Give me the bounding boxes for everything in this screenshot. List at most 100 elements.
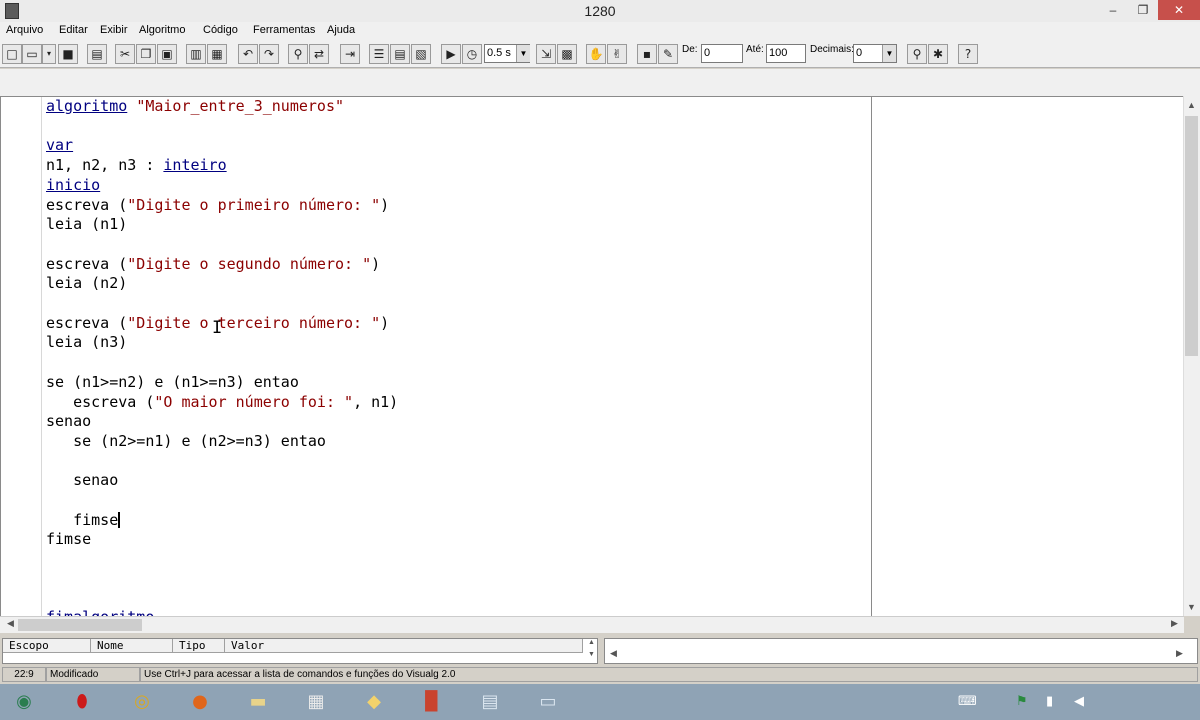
paste-all-icon[interactable]: ▦ [207,44,227,64]
code-line[interactable]: n1, n2, n3 : inteiro [46,156,227,175]
firefox-icon[interactable]: ● [180,688,220,718]
clear-breakpoints-icon[interactable]: ✌ [607,44,627,64]
random-values-icon[interactable]: ✎ [658,44,678,64]
ate-input[interactable]: 100 [766,44,806,63]
code-line[interactable]: leia (n3) [46,333,127,352]
indent-icon[interactable]: ⇥ [340,44,360,64]
close-button[interactable]: ✕ [1158,0,1200,20]
code-line[interactable]: senao [46,471,118,490]
column-nome[interactable]: Nome [91,639,173,653]
timer-icon[interactable]: ◷ [462,44,482,64]
code-line[interactable]: escreva ("Digite o primeiro número: ") [46,196,389,215]
open-dropdown-icon[interactable]: ▾ [42,44,56,64]
menu-bar: Arquivo Editar Exibir Algoritmo Código F… [0,22,1200,40]
code-line[interactable]: var [46,136,73,155]
globe-app-icon[interactable]: ◉ [4,688,44,718]
chrome-icon[interactable]: ◎ [122,688,162,718]
restore-button[interactable]: ❐ [1128,0,1158,20]
status-bar: 22:9 Modificado Use Ctrl+J para acessar … [0,666,1200,683]
code-line[interactable]: se (n2>=n1) e (n2>=n3) entao [46,432,326,451]
cut-icon[interactable]: ✂ [115,44,135,64]
column-escopo[interactable]: Escopo [3,639,91,653]
line-list-icon[interactable]: ☰ [369,44,389,64]
powerpoint-icon[interactable]: ▉ [412,688,452,718]
code-line[interactable]: se (n1>=n2) e (n1>=n3) entao [46,373,299,392]
code-line[interactable]: leia (n1) [46,215,127,234]
zoom-icon[interactable]: ⚲ [907,44,927,64]
folder-icon[interactable]: ◆ [354,688,394,718]
taskbar: ◉ ⬮ ◎ ● ▬ ▦ ◆ ▉ ▤ ▭ ⌨ ⚑ ▮ ◀ [0,684,1200,720]
visualg-icon[interactable]: ▤ [470,688,510,718]
var-scroll-up-icon[interactable]: ▲ [583,639,600,646]
copy-all-icon[interactable]: ▥ [186,44,206,64]
menu-ferramentas[interactable]: Ferramentas [253,24,315,36]
code-text: se (n2>=n1) e (n2>=n3) entao [46,431,326,450]
print-icon[interactable]: ▤ [87,44,107,64]
code-line[interactable]: fimse [46,510,121,530]
menu-codigo[interactable]: Código [203,24,238,36]
menu-arquivo[interactable]: Arquivo [6,24,43,36]
scroll-left-icon[interactable]: ◀ [2,618,19,629]
code-line[interactable]: inicio [46,176,100,195]
format-icon[interactable]: ▧ [411,44,431,64]
volume-icon[interactable]: ◀ [1074,694,1084,709]
calculator-icon[interactable]: ▦ [296,688,336,718]
replace-icon[interactable]: ⇄ [309,44,329,64]
menu-editar[interactable]: Editar [59,24,88,36]
code-editor[interactable]: algoritmo "Maior_entre_3_numeros"var n1, … [0,96,871,616]
horizontal-scrollbar[interactable] [0,616,1184,633]
open-file-icon[interactable]: ▭ [22,44,42,64]
scroll-down-icon[interactable]: ▼ [1183,602,1200,612]
copy-icon[interactable]: ❐ [136,44,156,64]
code-line[interactable]: escreva ("Digite o segundo número: ") [46,255,380,274]
vertical-scroll-thumb[interactable] [1185,116,1198,356]
flag-icon[interactable]: ⚑ [1016,694,1028,709]
minimize-button[interactable]: – [1098,0,1128,20]
network-icon[interactable]: ▮ [1046,694,1053,709]
code-line[interactable]: senao [46,412,91,431]
decimais-dropdown-icon[interactable]: ▼ [882,45,896,62]
scroll-right-icon[interactable]: ▶ [1166,618,1183,629]
column-valor[interactable]: Valor [225,639,583,653]
code-text: fimse [46,510,119,529]
help-icon[interactable]: ? [958,44,978,64]
stop-icon[interactable]: ▩ [557,44,577,64]
code-text: escreva ( [46,392,155,411]
code-line[interactable]: leia (n2) [46,274,127,293]
horizontal-scroll-thumb[interactable] [18,619,142,631]
run-icon[interactable]: ▶ [441,44,461,64]
code-text: ) [380,195,390,214]
bug-icon[interactable]: ✱ [928,44,948,64]
paste-icon[interactable]: ▣ [157,44,177,64]
menu-ajuda[interactable]: Ajuda [327,24,355,36]
var-scroll-down-icon[interactable]: ▼ [583,651,600,658]
dos-output-icon[interactable]: ▪ [637,44,657,64]
menu-exibir[interactable]: Exibir [100,24,128,36]
output-scroll-right-icon[interactable]: ▶ [1171,648,1188,659]
code-string: "Digite o primeiro número: " [127,195,381,214]
de-input[interactable]: 0 [701,44,743,63]
undo-icon[interactable]: ↶ [238,44,258,64]
keyboard-icon[interactable]: ⌨ [958,694,977,709]
redo-icon[interactable]: ↷ [259,44,279,64]
code-line-partial: fimalgoritmo [46,608,154,616]
code-line[interactable]: fimse [46,530,91,549]
breakpoint-icon[interactable]: ✋ [586,44,606,64]
code-line[interactable]: escreva ("O maior número foi: ", n1) [46,393,398,412]
file-explorer-icon[interactable]: ▬ [238,688,278,718]
comment-icon[interactable]: ▤ [390,44,410,64]
menu-algoritmo[interactable]: Algoritmo [139,24,185,36]
opera-icon[interactable]: ⬮ [62,688,102,718]
code-line[interactable]: algoritmo "Maior_entre_3_numeros" [46,97,344,116]
new-file-icon[interactable]: □ [2,44,22,64]
scroll-up-icon[interactable]: ▲ [1183,100,1200,110]
save-icon[interactable]: ■ [58,44,78,64]
window-app-icon[interactable]: ▭ [528,688,568,718]
toolbar: □ ▭ ▾ ■ ▤ ✂ ❐ ▣ ▥ ▦ ↶ ↷ ⚲ ⇄ ⇥ ☰ ▤ ▧ ▶ ◷ … [0,40,1200,68]
code-text: escreva ( [46,313,128,332]
find-icon[interactable]: ⚲ [288,44,308,64]
column-tipo[interactable]: Tipo [173,639,225,653]
speed-dropdown-icon[interactable]: ▼ [516,45,530,62]
output-scroll-left-icon[interactable]: ◀ [605,648,622,659]
step-icon[interactable]: ⇲ [536,44,556,64]
